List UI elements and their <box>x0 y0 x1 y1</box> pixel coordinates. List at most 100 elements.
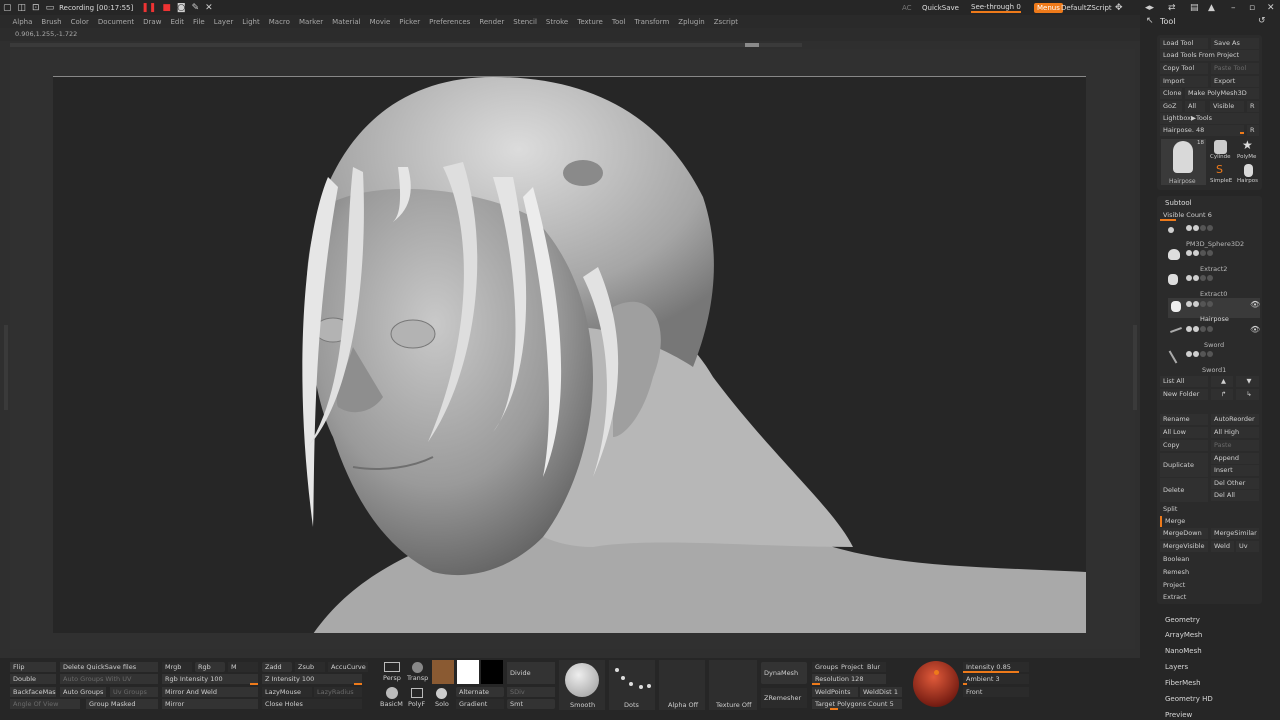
nanomesh-palette[interactable]: NanoMesh <box>1165 647 1202 655</box>
welddist-slider[interactable]: WeldDist 1 <box>860 687 902 697</box>
window-icon[interactable]: ▢ <box>3 3 12 13</box>
smt-button[interactable]: Smt <box>507 699 555 709</box>
alternate-button[interactable]: Alternate <box>456 687 504 697</box>
mrgb-button[interactable]: Mrgb <box>162 662 192 672</box>
subtool-row[interactable]: 👁 <box>1168 325 1260 337</box>
sdiv-slider[interactable]: SDiv <box>507 687 555 697</box>
folder-toggle-icon[interactable] <box>1200 301 1206 307</box>
menu-tool[interactable]: Tool <box>607 18 630 26</box>
ambient-slider[interactable]: Ambient 3 <box>963 674 1029 684</box>
polyf-button[interactable]: PolyF <box>406 686 430 710</box>
lock-toggle-icon[interactable] <box>1207 326 1213 332</box>
insert-button[interactable]: Insert <box>1211 465 1259 476</box>
dynamesh-button[interactable]: DynaMesh <box>761 662 807 684</box>
boolean-button[interactable]: Boolean <box>1160 554 1259 565</box>
secondary-color-swatch[interactable] <box>481 660 503 684</box>
fibermesh-palette[interactable]: FiberMesh <box>1165 679 1201 687</box>
lazymouse-button[interactable]: LazyMouse <box>262 687 312 697</box>
move-down-icon[interactable]: ▼ <box>1236 376 1259 387</box>
all-high-button[interactable]: All High <box>1211 427 1259 438</box>
target-polygons-slider[interactable]: Target Polygons Count 5 <box>812 699 902 709</box>
basic-material-button[interactable]: BasicM <box>380 686 404 710</box>
menu-stencil[interactable]: Stencil <box>509 18 542 26</box>
tool-pin-icon[interactable]: ↖ <box>1146 16 1154 26</box>
subtool-row[interactable] <box>1168 274 1260 286</box>
delete-button[interactable]: Delete <box>1160 478 1208 502</box>
flip-button[interactable]: Flip <box>10 662 56 672</box>
duplicate-button[interactable]: Duplicate <box>1160 453 1208 477</box>
camera-icon[interactable]: ◙ <box>177 3 186 13</box>
goz-all-button[interactable]: All <box>1185 101 1205 112</box>
import-button[interactable]: Import <box>1160 76 1208 87</box>
front-button[interactable]: Front <box>963 687 1029 697</box>
menu-zplugin[interactable]: Zplugin <box>674 18 709 26</box>
load-tools-from-project-button[interactable]: Load Tools From Project <box>1160 50 1259 61</box>
auto-groups-button[interactable]: Auto Groups <box>60 687 106 697</box>
window-close-icon[interactable]: ✕ <box>1267 3 1275 13</box>
menu-texture[interactable]: Texture <box>573 18 608 26</box>
menu-brush[interactable]: Brush <box>37 18 66 26</box>
close-icon[interactable]: ✕ <box>205 3 213 13</box>
accucurve-button[interactable]: AccuCurve <box>328 662 368 672</box>
del-other-button[interactable]: Del Other <box>1211 478 1259 489</box>
subtool-row[interactable] <box>1168 249 1260 261</box>
menu-macro[interactable]: Macro <box>264 18 294 26</box>
dots-stroke-button[interactable]: Dots <box>609 660 655 710</box>
arrow-right-icon[interactable]: ↱ <box>1211 389 1233 400</box>
main-color-swatch[interactable] <box>457 660 479 684</box>
paste-button[interactable]: Paste <box>1211 440 1259 451</box>
auto-groups-uv-button[interactable]: Auto Groups With UV <box>60 674 158 684</box>
tool-thumb-hairpose2[interactable]: Hairpos <box>1236 163 1261 186</box>
lock-toggle-icon[interactable] <box>1207 225 1213 231</box>
new-folder-button[interactable]: New Folder <box>1160 389 1208 400</box>
groups-button[interactable]: Groups <box>812 662 838 672</box>
folder-icon[interactable]: ▭ <box>46 3 55 13</box>
menu-layer[interactable]: Layer <box>209 18 238 26</box>
transp-button[interactable]: Transp <box>406 660 430 684</box>
folder-toggle-icon[interactable] <box>1200 275 1206 281</box>
menus-button[interactable]: Menus <box>1034 2 1063 13</box>
capture-icon[interactable]: ⊡ <box>32 3 40 13</box>
append-button[interactable]: Append <box>1211 453 1259 464</box>
tool-thumb-simplebrush[interactable]: S SimpleE <box>1209 163 1234 186</box>
pause-icon[interactable]: ❚❚ <box>141 3 156 13</box>
menu-zscript[interactable]: Zscript <box>709 18 742 26</box>
uv-groups-button[interactable]: Uv Groups <box>110 687 158 697</box>
menu-color[interactable]: Color <box>66 18 93 26</box>
m-button[interactable]: M <box>228 662 258 672</box>
all-low-button[interactable]: All Low <box>1160 427 1208 438</box>
lock-toggle-icon[interactable] <box>1207 250 1213 256</box>
merge-down-button[interactable]: MergeDown <box>1160 528 1208 539</box>
menu-preferences[interactable]: Preferences <box>425 18 475 26</box>
clone-button[interactable]: Clone <box>1160 88 1182 99</box>
z-intensity-slider[interactable]: Z Intensity 100 <box>262 674 362 684</box>
hairpose-slider[interactable]: Hairpose. 48 <box>1160 125 1244 136</box>
minimize-icon[interactable]: – <box>1231 3 1236 13</box>
pen-icon[interactable]: ✎ <box>192 3 200 13</box>
menu-file[interactable]: File <box>189 18 210 26</box>
tool-refresh-icon[interactable]: ↺ <box>1258 16 1266 26</box>
move-up-icon[interactable]: ▲ <box>1211 376 1233 387</box>
smooth-brush-button[interactable]: Smooth <box>559 660 605 710</box>
visibility-toggle-icon[interactable] <box>1186 351 1192 357</box>
tool-thumb-cylinder[interactable]: Cylinde <box>1209 139 1234 162</box>
document-canvas[interactable] <box>53 76 1086 633</box>
visibility-toggle-icon[interactable] <box>1186 275 1192 281</box>
polypaint-toggle-icon[interactable] <box>1193 326 1199 332</box>
polypaint-toggle-icon[interactable] <box>1193 351 1199 357</box>
stop-icon[interactable]: ■ <box>162 3 171 13</box>
copy-button[interactable]: Copy <box>1160 440 1208 451</box>
split-button[interactable]: Split <box>1160 504 1259 515</box>
arrow-down-icon[interactable]: ↳ <box>1236 389 1259 400</box>
visibility-toggle-icon[interactable] <box>1186 225 1192 231</box>
menu-marker[interactable]: Marker <box>294 18 327 26</box>
arrows-icon[interactable]: ◂▸ <box>1145 3 1154 13</box>
menu-render[interactable]: Render <box>475 18 509 26</box>
make-polymesh-button[interactable]: Make PolyMesh3D <box>1185 88 1259 99</box>
hairpose-r-button[interactable]: R <box>1247 125 1259 136</box>
gradient-button[interactable]: Gradient <box>456 699 504 709</box>
weld-button[interactable]: Weld <box>1211 541 1234 552</box>
zsub-button[interactable]: Zsub <box>295 662 325 672</box>
polypaint-toggle-icon[interactable] <box>1193 275 1199 281</box>
arraymesh-palette[interactable]: ArrayMesh <box>1165 631 1202 639</box>
